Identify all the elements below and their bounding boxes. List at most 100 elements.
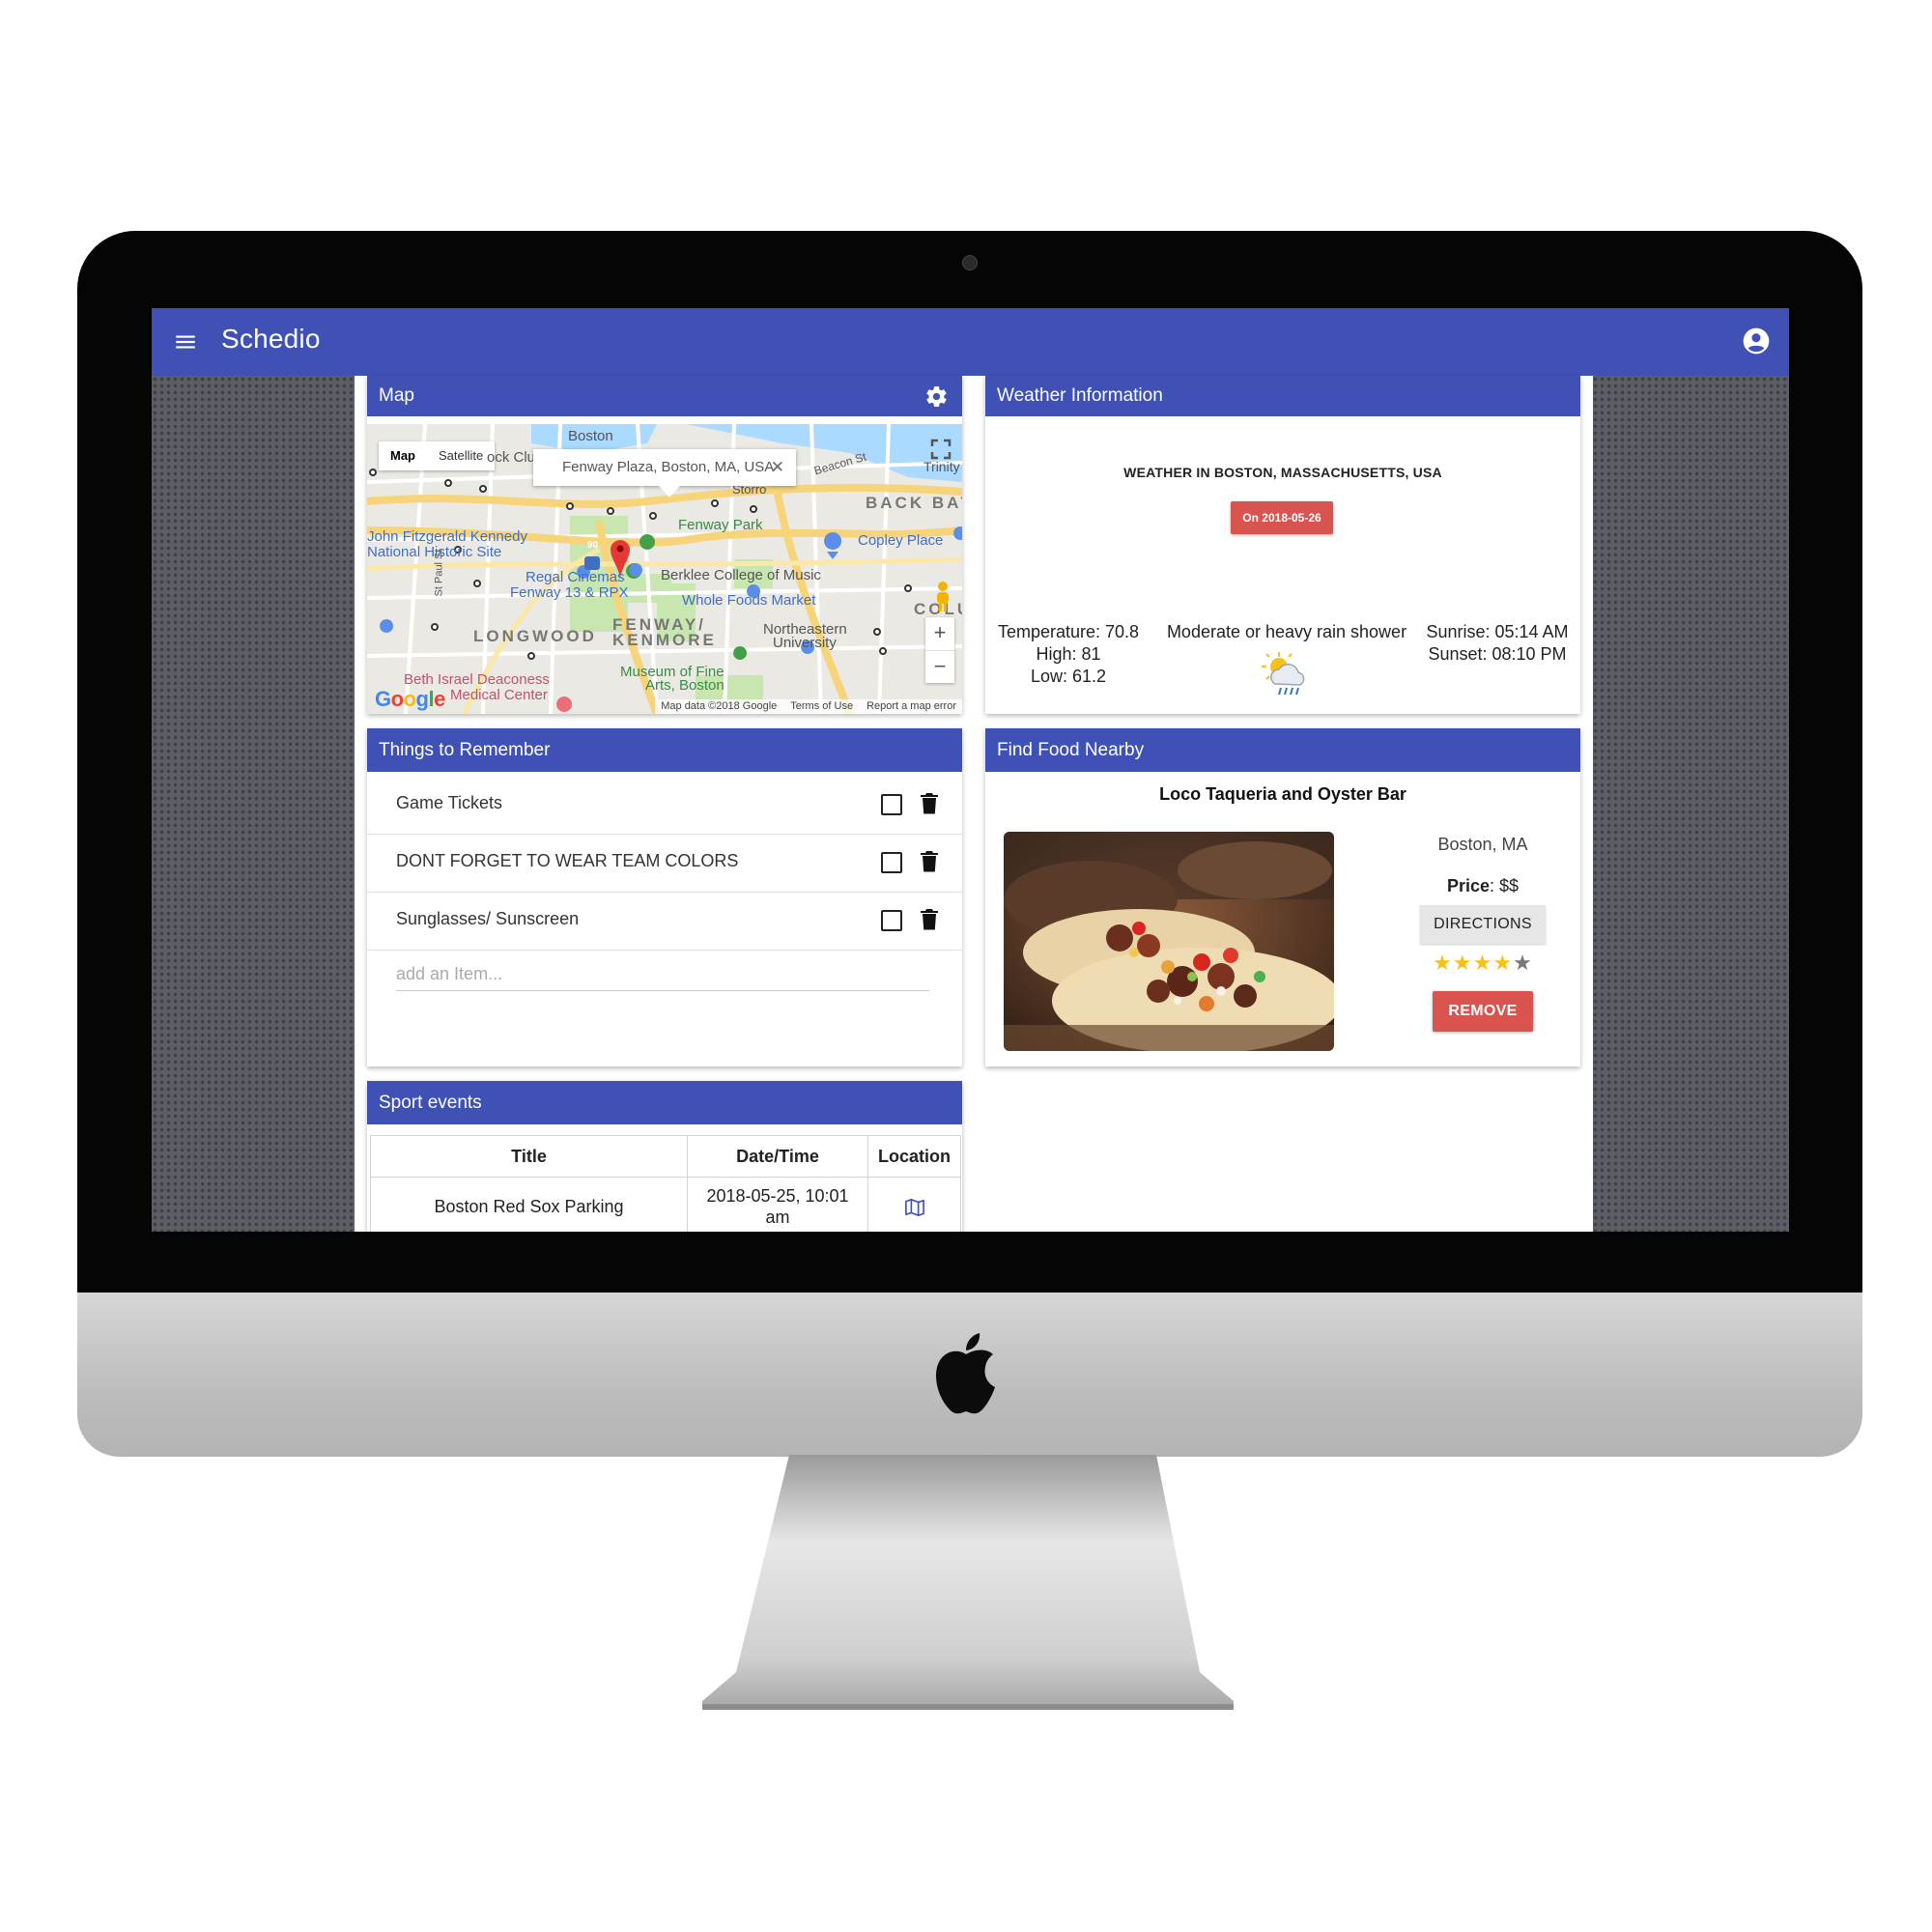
temperature-column: Temperature: 70.8 High: 81 Low: 61.2	[993, 621, 1144, 688]
remove-button[interactable]: REMOVE	[1433, 991, 1533, 1032]
remember-card: Things to Remember Game Tickets DONT FOR…	[367, 728, 962, 1066]
sun-column: Sunrise: 05:14 AM Sunset: 08:10 PM	[1418, 621, 1577, 666]
map-label-boston: Boston	[568, 428, 613, 444]
menu-icon[interactable]	[173, 329, 198, 355]
map-label-highway: 90	[587, 540, 599, 551]
zoom-control: + −	[925, 617, 954, 683]
column-title[interactable]: Title	[370, 1135, 688, 1178]
weather-card: Weather Information WEATHER IN BOSTON, M…	[985, 376, 1580, 714]
condition-column: Moderate or heavy rain shower	[1153, 621, 1420, 643]
temperature-high: High: 81	[1036, 644, 1101, 664]
list-item: Sunglasses/ Sunscreen	[367, 892, 962, 951]
map-label-block-club: ock Clu	[487, 449, 536, 466]
temperature-value: Temperature: 70.8	[997, 622, 1140, 641]
trash-icon[interactable]	[920, 792, 939, 815]
events-card-title: Sport events	[379, 1093, 482, 1113]
map-card: Map Map Satellite Boston ock Clu Beacon …	[367, 376, 962, 714]
star-icon: ★	[1433, 951, 1453, 975]
map-type-control: Map Satellite	[379, 441, 496, 470]
weather-rain-icon	[1262, 652, 1305, 696]
map-label-jfk-line1: John Fitzgerald Kennedy	[367, 528, 527, 545]
date-badge: On 2018-05-26	[1231, 501, 1333, 534]
camera-icon	[962, 255, 978, 270]
restaurant-city: Boston, MA	[1437, 835, 1528, 854]
remember-card-header: Things to Remember	[367, 728, 962, 772]
weather-card-header: Weather Information	[985, 376, 1580, 416]
star-rating: ★★★★★	[1410, 951, 1555, 976]
restaurant-price: Price: $$	[1410, 876, 1555, 896]
map-type-map[interactable]: Map	[379, 441, 427, 470]
list-item: Game Tickets	[367, 776, 962, 835]
map-type-satellite[interactable]: Satellite	[427, 441, 495, 470]
column-datetime[interactable]: Date/Time	[687, 1135, 868, 1178]
map-card-title: Map	[379, 385, 414, 406]
events-card-header: Sport events	[367, 1081, 962, 1124]
event-datetime-line2: am	[765, 1208, 790, 1227]
monitor-stand	[702, 1455, 1234, 1710]
star-icon: ★	[1452, 951, 1473, 975]
event-title: Boston Red Sox Parking	[370, 1177, 688, 1232]
pegman-icon[interactable]	[933, 581, 952, 613]
zoom-out-button[interactable]: −	[925, 651, 954, 684]
terms-link[interactable]: Terms of Use	[790, 699, 853, 714]
item-checkbox[interactable]	[881, 852, 902, 873]
map-label-whole-foods: Whole Foods Market	[682, 592, 816, 609]
star-icon: ★	[1472, 951, 1493, 975]
add-item-input[interactable]	[396, 958, 929, 991]
restaurant-photo	[1004, 832, 1334, 1051]
list-item: DONT FORGET TO WEAR TEAM COLORS	[367, 834, 962, 893]
map-attribution: Map data ©2018 Google Terms of Use Repor…	[655, 699, 962, 714]
fullscreen-icon[interactable]	[927, 436, 954, 463]
food-card-title: Find Food Nearby	[997, 740, 1145, 760]
sunrise-time: Sunrise: 05:14 AM	[1426, 622, 1569, 641]
events-table: Title Date/Time Location Boston Red Sox …	[370, 1135, 961, 1232]
app-bar: Schedio	[152, 308, 1789, 376]
list-item-text: Sunglasses/ Sunscreen	[396, 909, 580, 928]
column-location[interactable]: Location	[867, 1135, 961, 1178]
account-icon[interactable]	[1741, 326, 1772, 356]
food-card: Find Food Nearby Loco Taqueria and Oyste…	[985, 728, 1580, 1066]
weather-condition: Moderate or heavy rain shower	[1166, 622, 1407, 641]
screen: Schedio Map Map Satellite Boston ock Clu…	[152, 308, 1789, 1232]
restaurant-name: Loco Taqueria and Oyster Bar	[1159, 784, 1406, 804]
map-label-regal-line2: Fenway 13 & RPX	[510, 584, 629, 601]
star-icon: ★	[1513, 951, 1533, 975]
price-label: Price	[1446, 876, 1490, 895]
list-item-text: DONT FORGET TO WEAR TEAM COLORS	[396, 851, 739, 870]
map-info-window: Fenway Plaza, Boston, MA, USA ✕	[533, 449, 796, 497]
item-checkbox[interactable]	[881, 794, 902, 815]
map-label-bidmc-line1: Beth Israel Deaconess	[404, 671, 550, 688]
map-label-northeastern-line2: University	[773, 635, 837, 651]
report-error-link[interactable]: Report a map error	[867, 699, 956, 714]
apple-logo	[935, 1333, 995, 1414]
zoom-in-button[interactable]: +	[925, 617, 954, 651]
dashboard-content: Map Map Satellite Boston ock Clu Beacon …	[355, 376, 1593, 1232]
map-link-icon[interactable]	[904, 1198, 925, 1217]
gear-icon[interactable]	[924, 384, 949, 409]
map-label-st-paul: St Paul St	[433, 549, 445, 597]
directions-button[interactable]: DIRECTIONS	[1420, 905, 1546, 944]
table-row: Boston Red Sox Parking 2018-05-25, 10:01…	[370, 1177, 961, 1232]
trash-icon[interactable]	[920, 850, 939, 873]
table-header-row: Title Date/Time Location	[370, 1135, 961, 1178]
food-card-header: Find Food Nearby	[985, 728, 1580, 772]
map-label-regal-line1: Regal Cinemas	[526, 569, 625, 585]
map-view[interactable]: Map Satellite Boston ock Clu Beacon St S…	[367, 424, 962, 714]
event-location	[867, 1177, 961, 1232]
trash-icon[interactable]	[920, 908, 939, 931]
close-icon[interactable]: ✕	[771, 449, 784, 486]
map-data-credit: Map data ©2018 Google	[661, 700, 778, 712]
map-label-mfa-line2: Arts, Boston	[645, 677, 724, 694]
item-checkbox[interactable]	[881, 910, 902, 931]
google-logo: Google	[375, 687, 445, 711]
event-datetime-line1: 2018-05-25, 10:01	[706, 1186, 849, 1206]
list-item-text: Game Tickets	[396, 793, 503, 812]
map-label-back-bay: BACK BAY	[866, 494, 962, 512]
event-datetime: 2018-05-25, 10:01 am	[687, 1177, 868, 1232]
weather-heading: WEATHER IN BOSTON, MASSACHUSETTS, USA	[1123, 465, 1442, 480]
map-label-bidmc-line2: Medical Center	[450, 687, 548, 703]
info-window-text: Fenway Plaza, Boston, MA, USA	[562, 459, 775, 475]
star-icon: ★	[1492, 951, 1514, 975]
map-label-copley: Copley Place	[858, 532, 944, 549]
remember-card-title: Things to Remember	[379, 740, 551, 760]
